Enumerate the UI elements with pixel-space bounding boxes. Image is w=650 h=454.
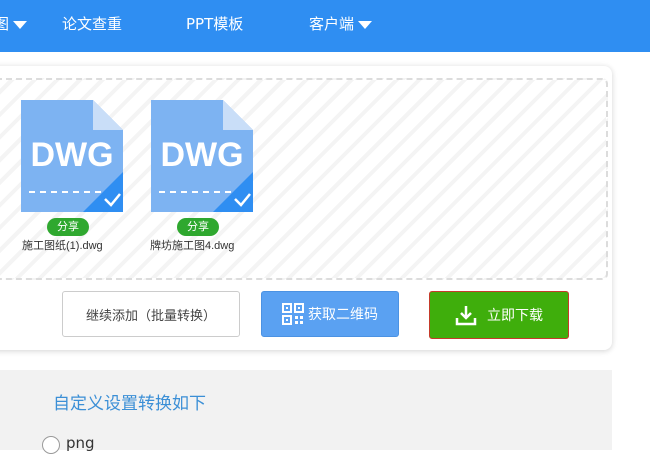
share-badge[interactable]: 分享 bbox=[177, 218, 219, 236]
nav-item-label: 图 bbox=[0, 15, 10, 33]
nav-item-ppt-templates[interactable]: PPT模板 bbox=[186, 0, 243, 52]
file-tile[interactable]: DWG bbox=[21, 100, 123, 212]
chevron-down-icon bbox=[358, 20, 373, 29]
qr-code-icon bbox=[282, 303, 304, 325]
nav-item-partial[interactable]: 图 bbox=[0, 0, 28, 52]
nav-item-label: 论文查重 bbox=[62, 15, 123, 33]
nav-item-label: PPT模板 bbox=[186, 15, 244, 33]
continue-add-button[interactable]: 继续添加（批量转换） bbox=[62, 291, 240, 337]
file-tile[interactable]: DWG bbox=[151, 100, 253, 212]
get-qr-code-label: 获取二维码 bbox=[308, 307, 378, 323]
get-qr-code-button[interactable]: 获取二维码 bbox=[261, 291, 399, 337]
share-badge[interactable]: 分享 bbox=[47, 218, 89, 236]
file-type-label: DWG bbox=[160, 136, 244, 174]
checkmark-icon bbox=[213, 172, 253, 212]
format-radio-label[interactable]: png bbox=[66, 434, 95, 452]
download-now-button[interactable]: 立即下载 bbox=[429, 291, 569, 339]
chevron-down-icon bbox=[13, 20, 28, 29]
file-type-label: DWG bbox=[30, 136, 114, 174]
file-name: 牌坊施工图4.dwg bbox=[150, 240, 235, 252]
download-now-label: 立即下载 bbox=[487, 308, 543, 324]
download-icon bbox=[455, 306, 477, 326]
nav-item-label: 客户端 bbox=[309, 15, 355, 33]
top-navigation-bar: 图 论文查重 PPT模板 客户端 bbox=[0, 0, 650, 52]
nav-item-plagiarism-check[interactable]: 论文查重 bbox=[62, 0, 122, 52]
format-radio[interactable] bbox=[42, 436, 60, 454]
settings-title: 自定义设置转换如下 bbox=[53, 394, 206, 414]
continue-add-label: 继续添加（批量转换） bbox=[85, 308, 216, 324]
checkmark-icon bbox=[83, 172, 123, 212]
file-name: 施工图纸(1).dwg bbox=[22, 240, 103, 252]
nav-item-client[interactable]: 客户端 bbox=[309, 0, 373, 52]
